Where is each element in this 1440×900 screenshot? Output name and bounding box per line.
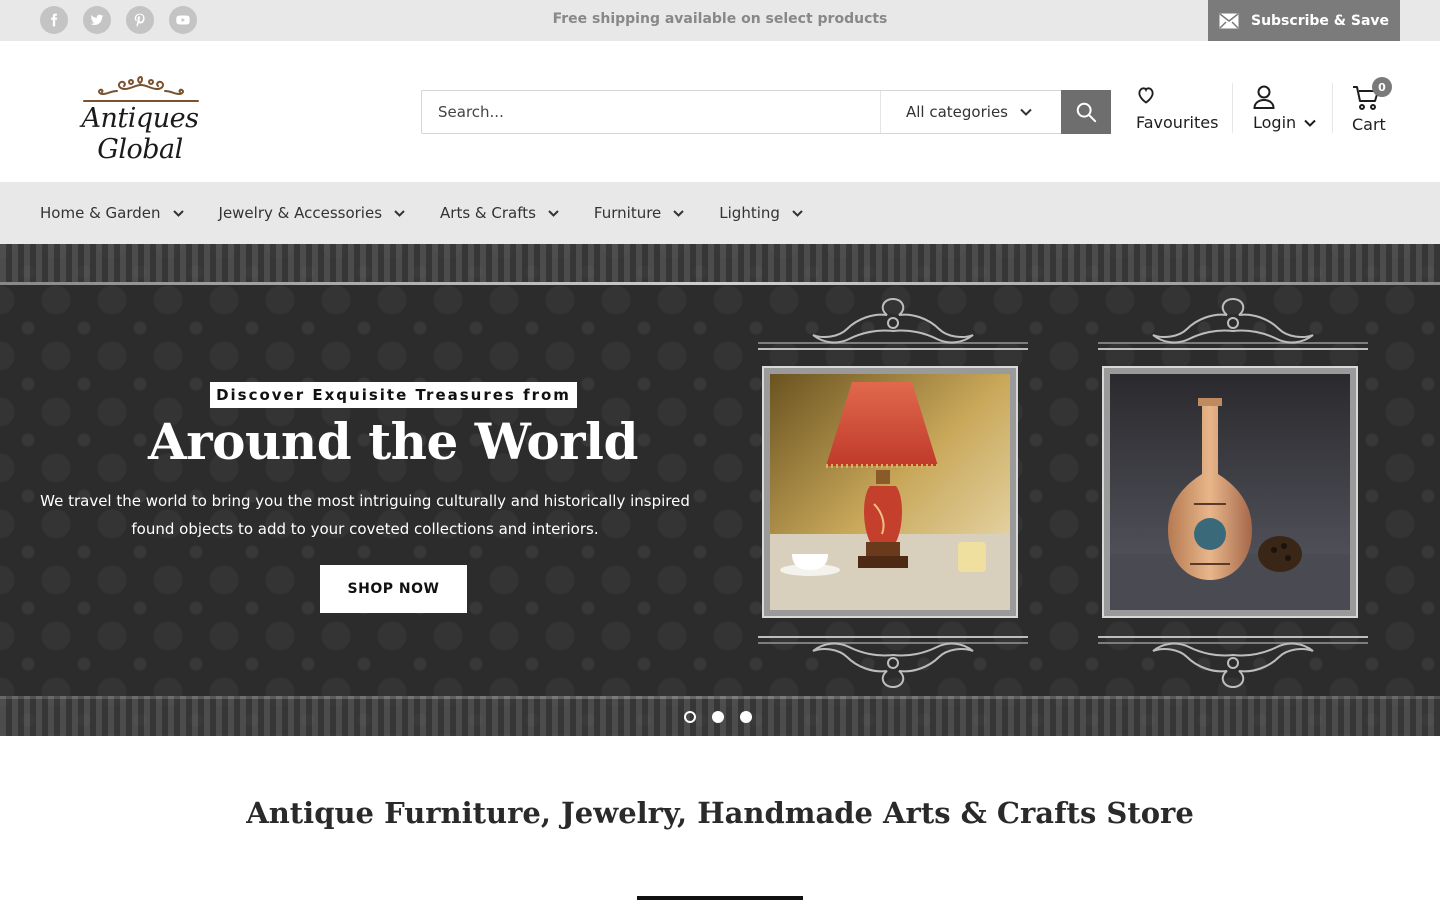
chevron-down-icon [1020, 108, 1032, 116]
nav-item-label: Jewelry & Accessories [218, 204, 383, 222]
lamp-image [764, 368, 1016, 616]
nav-item-furniture[interactable]: Furniture [594, 204, 684, 222]
chevron-down-icon [1304, 119, 1316, 127]
hero-slideshow: Discover Exquisite Treasures from Around… [0, 244, 1440, 736]
search-input[interactable] [422, 91, 880, 133]
envelope-icon [1219, 12, 1239, 29]
nav-item-label: Home & Garden [40, 204, 161, 222]
hero-tagline: Discover Exquisite Treasures from [210, 382, 577, 408]
login-link[interactable]: Login [1253, 85, 1323, 132]
hero-title: Around the World [148, 412, 638, 471]
login-label: Login [1253, 113, 1297, 132]
logo-text: Antiques Global [81, 103, 199, 165]
site-header: Antiques Global All categories Favourite… [0, 41, 1440, 182]
hero-border-top [0, 244, 1440, 284]
logo-ornament-icon [83, 75, 199, 102]
favourites-label: Favourites [1136, 113, 1219, 132]
shop-now-button[interactable]: SHOP NOW [320, 565, 467, 613]
nav-item-label: Furniture [593, 204, 662, 222]
ornament-crest-icon [1098, 636, 1368, 689]
chevron-down-icon [548, 209, 559, 217]
search-icon [1076, 102, 1097, 123]
nav-item-arts-crafts[interactable]: Arts & Crafts [440, 204, 559, 222]
favourites-link[interactable]: Favourites [1136, 85, 1219, 132]
category-select-value: All categories [906, 103, 1008, 121]
hero-image-frame [1088, 293, 1378, 693]
search-button[interactable] [1061, 90, 1111, 134]
chevron-down-icon [673, 209, 684, 217]
ornament-crest-icon [1098, 297, 1368, 350]
subscribe-label: Subscribe & Save [1250, 12, 1390, 29]
top-announcement-bar: Free shipping available on select produc… [0, 0, 1440, 41]
header-divider [1332, 83, 1333, 133]
hero-description: We travel the world to bring you the mos… [40, 492, 690, 538]
nav-item-home-garden[interactable]: Home & Garden [40, 204, 184, 222]
chevron-down-icon [792, 209, 803, 217]
hero-divider [0, 282, 1440, 285]
nav-item-jewelry-accessories[interactable]: Jewelry & Accessories [219, 204, 406, 222]
category-select[interactable]: All categories [880, 91, 1061, 133]
chevron-down-icon [172, 209, 184, 217]
cart-label: Cart [1352, 115, 1386, 134]
nav-item-lighting[interactable]: Lighting [719, 204, 803, 222]
cart-link[interactable]: 0 Cart [1352, 77, 1402, 134]
subscribe-button[interactable]: Subscribe & Save [1208, 0, 1400, 41]
search-bar: All categories [421, 90, 1111, 134]
logo[interactable]: Antiques Global [42, 73, 238, 165]
cart-count-badge: 0 [1372, 77, 1392, 97]
vase-image [1104, 368, 1356, 616]
heart-icon [1138, 87, 1154, 104]
nav-item-label: Arts & Crafts [440, 204, 536, 222]
chevron-down-icon [394, 209, 405, 217]
header-divider [1232, 83, 1233, 133]
user-icon [1253, 85, 1275, 109]
section-heading: Antique Furniture, Jewelry, Handmade Art… [246, 796, 1194, 830]
main-navigation: Home & Garden Jewelry & Accessories Arts… [0, 182, 1440, 244]
slide-dot-1[interactable] [684, 711, 696, 723]
hero-image-frame [748, 293, 1038, 693]
nav-item-label: Lighting [719, 204, 780, 222]
ornament-crest-icon [758, 636, 1028, 689]
ornament-crest-icon [758, 297, 1028, 350]
slide-dot-2[interactable] [712, 711, 724, 723]
slide-dot-3[interactable] [740, 711, 752, 723]
slideshow-pagination [684, 711, 752, 723]
section-underline [637, 896, 803, 900]
